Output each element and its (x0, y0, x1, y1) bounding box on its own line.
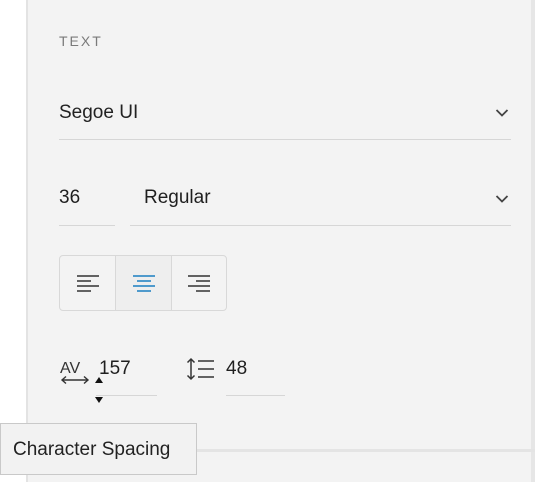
align-center-button[interactable] (115, 256, 171, 310)
align-left-button[interactable] (60, 256, 115, 310)
align-center-icon (132, 275, 155, 292)
font-weight-dropdown[interactable]: Regular (130, 174, 511, 226)
tooltip-text: Character Spacing (13, 439, 171, 460)
stepper-up-icon[interactable] (94, 376, 104, 384)
align-left-icon (76, 275, 99, 292)
line-spacing-input[interactable]: 48 (226, 352, 285, 396)
font-weight-value: Regular (144, 187, 211, 208)
character-spacing-input[interactable]: 157 (96, 352, 157, 396)
panel-scroll-edge (531, 0, 535, 482)
align-right-button[interactable] (170, 256, 226, 310)
character-spacing-icon: AV (60, 360, 90, 385)
character-spacing-tooltip: Character Spacing (0, 423, 197, 475)
chevron-down-icon (495, 195, 509, 203)
section-divider (196, 449, 535, 452)
font-size-value: 36 (59, 187, 81, 208)
stepper-down-icon[interactable] (94, 396, 104, 404)
line-spacing-value: 48 (226, 358, 248, 379)
line-spacing-icon (186, 357, 214, 381)
section-title-text: TEXT (59, 33, 103, 49)
align-right-icon (187, 275, 210, 292)
text-properties-panel (26, 0, 535, 482)
font-family-value: Segoe UI (59, 102, 139, 123)
character-spacing-icon-label: AV (60, 360, 80, 377)
font-size-input[interactable]: 36 (59, 174, 115, 226)
font-family-dropdown[interactable]: Segoe UI (59, 88, 511, 140)
chevron-down-icon (495, 109, 509, 117)
text-alignment-group (59, 255, 227, 311)
